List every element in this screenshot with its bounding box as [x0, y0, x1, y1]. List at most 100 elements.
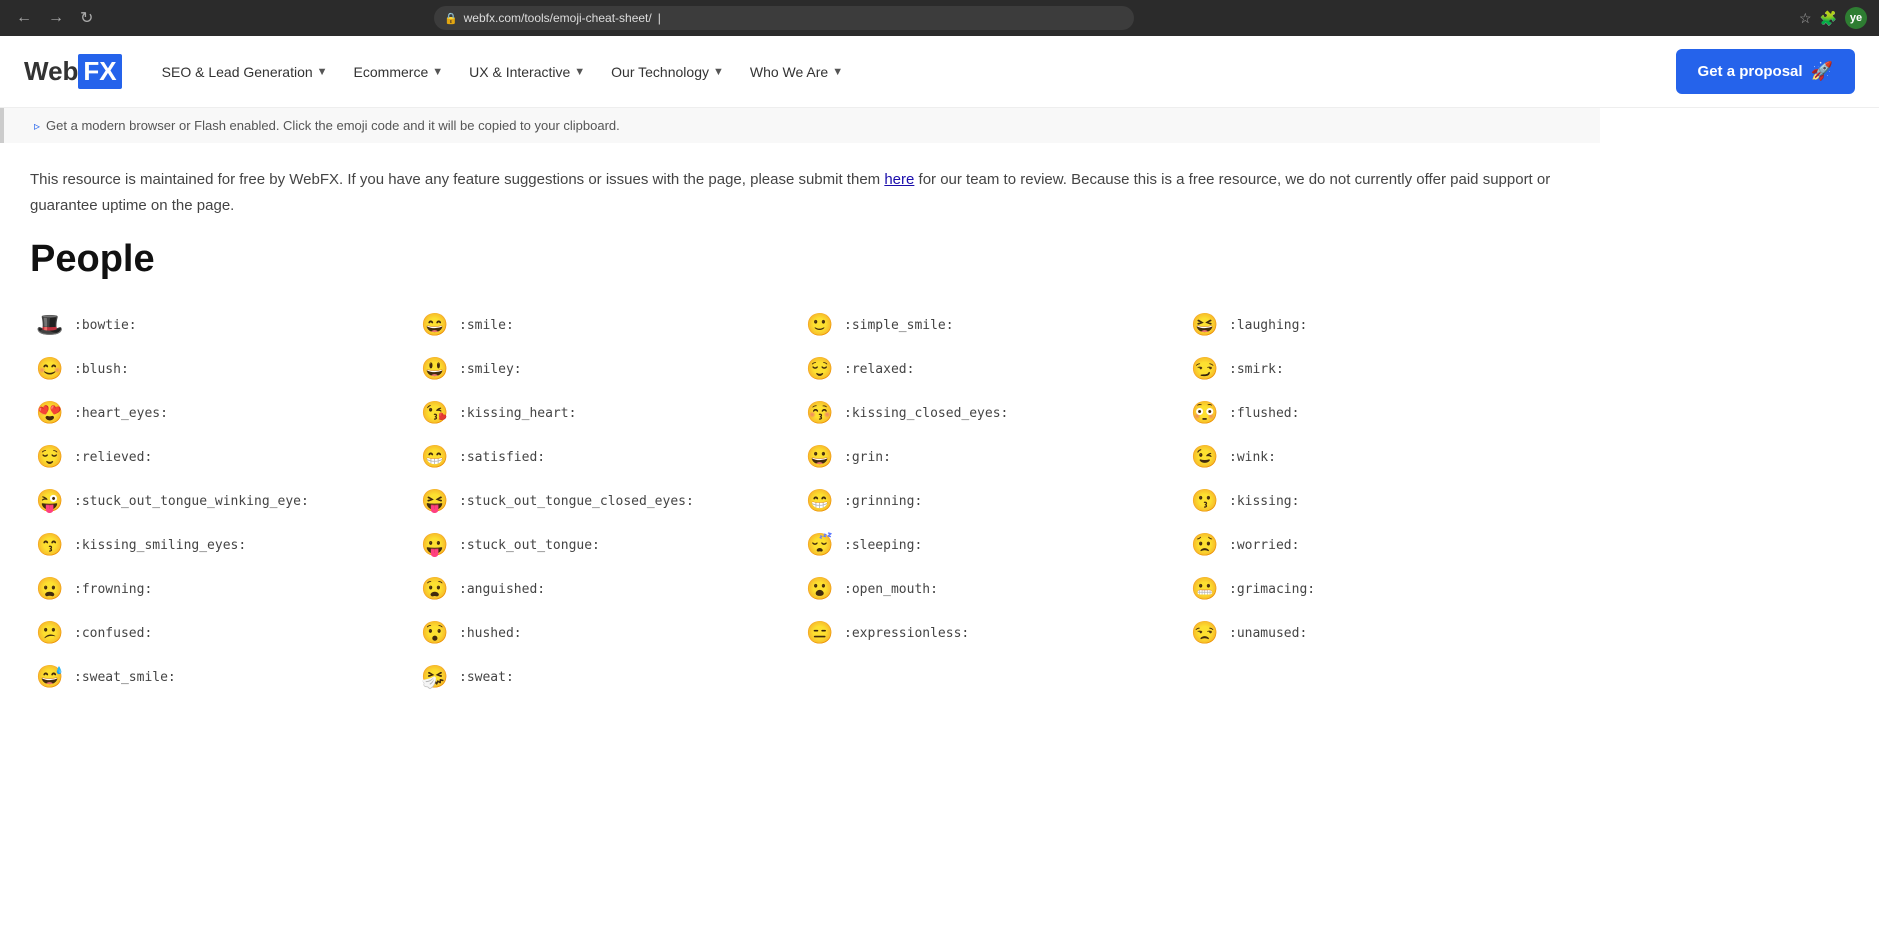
- emoji-item[interactable]: 😴 :sleeping:: [800, 523, 1185, 567]
- emoji-item[interactable]: 😏 :smirk:: [1185, 347, 1570, 391]
- info-bar-text: Get a modern browser or Flash enabled. C…: [46, 118, 620, 133]
- nav-ux-chevron: ▼: [574, 66, 585, 78]
- emoji-item[interactable]: 😘 :kissing_heart:: [415, 391, 800, 435]
- emoji-code: :frowning:: [74, 582, 152, 597]
- logo[interactable]: WebFX: [24, 54, 122, 89]
- emoji-item[interactable]: 🙂 :simple_smile:: [800, 303, 1185, 347]
- emoji-item[interactable]: 😝 :stuck_out_tongue_closed_eyes:: [415, 479, 800, 523]
- emoji-item[interactable]: 😁 :satisfied:: [415, 435, 800, 479]
- emoji-char: 😒: [1191, 620, 1219, 646]
- lock-icon: 🔒: [444, 12, 458, 25]
- rocket-icon: 🚀: [1811, 61, 1833, 82]
- emoji-item[interactable]: 😗 :kissing:: [1185, 479, 1570, 523]
- extensions-button[interactable]: 🧩: [1820, 10, 1837, 27]
- emoji-item[interactable]: 😅 :sweat_smile:: [30, 655, 415, 699]
- emoji-item[interactable]: 😬 :grimacing:: [1185, 567, 1570, 611]
- emoji-item[interactable]: 😃 :smiley:: [415, 347, 800, 391]
- emoji-char: 😑: [806, 620, 834, 646]
- emoji-item[interactable]: 😊 :blush:: [30, 347, 415, 391]
- emoji-item[interactable]: 😳 :flushed:: [1185, 391, 1570, 435]
- back-button[interactable]: ←: [12, 7, 36, 29]
- emoji-item[interactable]: 😄 :smile:: [415, 303, 800, 347]
- nav-item-seo[interactable]: SEO & Lead Generation ▼: [152, 56, 338, 88]
- user-avatar[interactable]: ye: [1845, 7, 1867, 29]
- emoji-code: :kissing_closed_eyes:: [844, 406, 1008, 421]
- emoji-code: :sweat_smile:: [74, 670, 176, 685]
- emoji-item[interactable]: 😙 :kissing_smiling_eyes:: [30, 523, 415, 567]
- emoji-code: :sleeping:: [844, 538, 922, 553]
- emoji-char: 😛: [421, 532, 449, 558]
- emoji-code: :simple_smile:: [844, 318, 954, 333]
- emoji-char: 😅: [36, 664, 64, 690]
- star-button[interactable]: ☆: [1799, 10, 1812, 27]
- forward-button[interactable]: →: [44, 7, 68, 29]
- emoji-char: 😳: [1191, 400, 1219, 426]
- emoji-char: 😁: [806, 488, 834, 514]
- emoji-char: 😀: [806, 444, 834, 470]
- nav-item-ecommerce[interactable]: Ecommerce ▼: [344, 56, 454, 88]
- emoji-item[interactable]: 😌 :relieved:: [30, 435, 415, 479]
- nav-items: SEO & Lead Generation ▼ Ecommerce ▼ UX &…: [152, 56, 1656, 88]
- resource-notice-link[interactable]: here: [884, 171, 914, 188]
- emoji-item[interactable]: 😚 :kissing_closed_eyes:: [800, 391, 1185, 435]
- emoji-item[interactable]: 🤧 :sweat:: [415, 655, 800, 699]
- emoji-item[interactable]: 😜 :stuck_out_tongue_winking_eye:: [30, 479, 415, 523]
- emoji-char: 😮: [806, 576, 834, 602]
- emoji-code: :smiley:: [459, 362, 522, 377]
- emoji-item[interactable]: 😯 :hushed:: [415, 611, 800, 655]
- resource-notice: This resource is maintained for free by …: [30, 167, 1570, 218]
- emoji-item[interactable]: 😟 :worried:: [1185, 523, 1570, 567]
- emoji-code: :worried:: [1229, 538, 1299, 553]
- emoji-item[interactable]: 😒 :unamused:: [1185, 611, 1570, 655]
- logo-fx: FX: [78, 54, 121, 89]
- emoji-item[interactable]: 😕 :confused:: [30, 611, 415, 655]
- get-proposal-button[interactable]: Get a proposal 🚀: [1676, 49, 1855, 94]
- emoji-item[interactable]: 😛 :stuck_out_tongue:: [415, 523, 800, 567]
- emoji-code: :grimacing:: [1229, 582, 1315, 597]
- emoji-char: 😟: [1191, 532, 1219, 558]
- emoji-char: 😯: [421, 620, 449, 646]
- refresh-button[interactable]: ↻: [76, 6, 97, 30]
- emoji-char: 😏: [1191, 356, 1219, 382]
- emoji-char: 😘: [421, 400, 449, 426]
- url-text: webfx.com/tools/emoji-cheat-sheet/: [464, 11, 652, 25]
- emoji-code: :satisfied:: [459, 450, 545, 465]
- emoji-code: :kissing:: [1229, 494, 1299, 509]
- emoji-code: :relaxed:: [844, 362, 914, 377]
- emoji-item[interactable]: 😀 :grin:: [800, 435, 1185, 479]
- emoji-code: :wink:: [1229, 450, 1276, 465]
- emoji-code: :smirk:: [1229, 362, 1284, 377]
- address-bar[interactable]: 🔒 webfx.com/tools/emoji-cheat-sheet/ |: [434, 6, 1134, 30]
- navbar: WebFX SEO & Lead Generation ▼ Ecommerce …: [0, 36, 1879, 108]
- nav-item-ux[interactable]: UX & Interactive ▼: [459, 56, 595, 88]
- emoji-char: 😉: [1191, 444, 1219, 470]
- emoji-item[interactable]: 😍 :heart_eyes:: [30, 391, 415, 435]
- emoji-char: 😌: [36, 444, 64, 470]
- nav-item-whoweare[interactable]: Who We Are ▼: [740, 56, 853, 88]
- emoji-item[interactable]: 😑 :expressionless:: [800, 611, 1185, 655]
- nav-ux-label: UX & Interactive: [469, 64, 570, 80]
- emoji-item[interactable]: 😁 :grinning:: [800, 479, 1185, 523]
- emoji-char: 😍: [36, 400, 64, 426]
- resource-notice-before: This resource is maintained for free by …: [30, 171, 884, 188]
- emoji-item[interactable]: 🎩 :bowtie:: [30, 303, 415, 347]
- emoji-item[interactable]: 😦 :frowning:: [30, 567, 415, 611]
- emoji-item[interactable]: 😮 :open_mouth:: [800, 567, 1185, 611]
- nav-whoweare-label: Who We Are: [750, 64, 828, 80]
- emoji-code: :sweat:: [459, 670, 514, 685]
- nav-technology-label: Our Technology: [611, 64, 709, 80]
- emoji-item[interactable]: 😆 :laughing:: [1185, 303, 1570, 347]
- logo-web: Web: [24, 56, 78, 87]
- emoji-code: :expressionless:: [844, 626, 969, 641]
- emoji-item[interactable]: 😉 :wink:: [1185, 435, 1570, 479]
- emoji-item[interactable]: 😧 :anguished:: [415, 567, 800, 611]
- emoji-code: :grinning:: [844, 494, 922, 509]
- emoji-char: 🤧: [421, 664, 449, 690]
- emoji-code: :flushed:: [1229, 406, 1299, 421]
- nav-ecommerce-label: Ecommerce: [354, 64, 429, 80]
- emoji-code: :stuck_out_tongue_closed_eyes:: [459, 494, 694, 509]
- nav-item-technology[interactable]: Our Technology ▼: [601, 56, 734, 88]
- emoji-item[interactable]: 😌 :relaxed:: [800, 347, 1185, 391]
- info-bar: ▹ Get a modern browser or Flash enabled.…: [0, 108, 1600, 143]
- emoji-code: :unamused:: [1229, 626, 1307, 641]
